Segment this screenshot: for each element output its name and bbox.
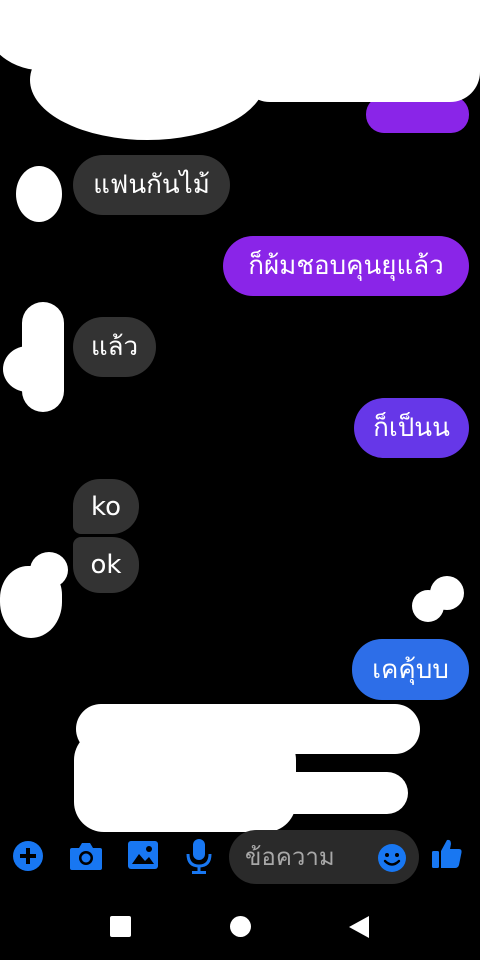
message-input-container[interactable] [229,830,419,884]
message-bubble-incoming[interactable]: แฟนกันไม้ [73,155,230,215]
message-bubble-incoming[interactable]: ok [73,537,139,593]
square-icon[interactable] [110,916,131,937]
smiley-icon[interactable] [377,843,407,873]
read-receipt-avatar [430,576,464,610]
thumbs-up-icon[interactable] [431,838,463,870]
avatar [30,552,68,588]
message-input[interactable] [245,838,375,876]
message-bubble-incoming[interactable]: ko [73,479,139,534]
back-triangle-icon[interactable] [348,915,370,939]
message-bubble-outgoing[interactable]: ก็เป็นน [354,398,469,458]
message-bubble-outgoing[interactable]: เคคุ้บบ [352,639,469,700]
messenger-screen: แฟนกันไม้ ก็ผ้มชอบคุนยุแล้ว แล้ว ก็เป็นน… [0,0,480,960]
image-icon[interactable] [127,840,159,870]
redaction-blob [240,40,480,102]
avatar [3,346,53,392]
system-navigation-bar [0,896,480,960]
redaction-blob [250,772,408,814]
circle-icon[interactable] [230,916,251,937]
message-bubble-outgoing[interactable]: ก็ผ้มชอบคุนยุแล้ว [223,236,469,296]
plus-circle-icon[interactable] [12,840,44,872]
redaction-blob [30,20,265,140]
microphone-icon[interactable] [186,838,212,874]
camera-icon[interactable] [69,841,103,871]
message-bubble-incoming[interactable]: แล้ว [73,317,156,377]
avatar [16,166,62,222]
